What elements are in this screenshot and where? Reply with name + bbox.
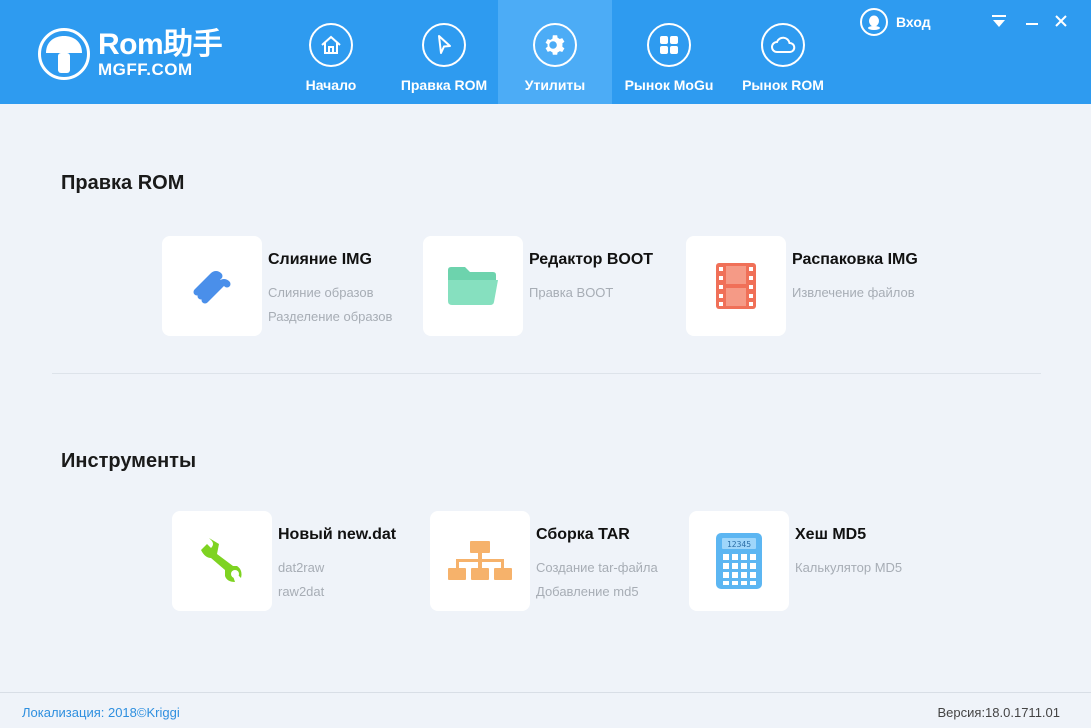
- cursor-icon: [422, 23, 466, 67]
- tool-card-img-merge[interactable]: Слияние IMG Слияние образов Разделение о…: [162, 236, 462, 336]
- card-feature[interactable]: Калькулятор MD5: [795, 560, 902, 575]
- tab-label: Правка ROM: [400, 77, 488, 93]
- folder-icon: [448, 267, 498, 305]
- minimize-icon: [1026, 23, 1038, 25]
- status-bar: Локализация: 2018©Kriggi Версия:18.0.171…: [0, 692, 1091, 728]
- card-feature[interactable]: Добавление md5: [536, 584, 639, 599]
- card-feature[interactable]: Разделение образов: [268, 309, 392, 324]
- wrench-icon: [201, 538, 242, 582]
- tool-card-img-unpack[interactable]: Распаковка IMG Извлечение файлов: [686, 236, 986, 336]
- card-title: Слияние IMG: [268, 251, 372, 268]
- card-title: Редактор BOOT: [529, 251, 654, 268]
- tab-label: Начало: [305, 77, 357, 93]
- calculator-display: 12345: [727, 540, 751, 549]
- hierarchy-icon: [448, 541, 512, 580]
- section-divider: [52, 373, 1041, 374]
- tab-utilities[interactable]: Утилиты: [498, 0, 612, 104]
- card-title: Сборка TAR: [536, 526, 630, 543]
- version-label: Версия:18.0.1711.01: [937, 705, 1060, 720]
- tab-mogu-market[interactable]: Рынок MoGu: [612, 0, 726, 104]
- card-feature[interactable]: dat2raw: [278, 560, 324, 575]
- calculator-icon: 12345: [716, 533, 762, 589]
- menu-down-icon: [992, 15, 1006, 27]
- login-button[interactable]: Вход: [860, 8, 931, 36]
- card-title: Распаковка IMG: [792, 251, 918, 268]
- tool-card-boot-editor[interactable]: Редактор BOOT Правка BOOT: [423, 236, 723, 336]
- section-title-rom-edit: Правка ROM: [61, 172, 185, 194]
- logo-title: Rom助手: [98, 28, 223, 61]
- app-logo: Rom助手 MGFF.COM: [38, 28, 223, 80]
- card-title: Хеш MD5: [795, 526, 867, 543]
- link-icon: [193, 271, 231, 304]
- localization-credit[interactable]: Локализация: 2018©Kriggi: [22, 705, 180, 720]
- tab-home[interactable]: Начало: [274, 0, 388, 104]
- user-icon: [860, 8, 888, 36]
- tool-card-tar-build[interactable]: Сборка TAR Создание tar-файла Добавление…: [430, 511, 730, 611]
- close-icon: [1055, 15, 1067, 27]
- tab-label: Рынок ROM: [742, 77, 824, 93]
- home-icon: [309, 23, 353, 67]
- tab-rom-edit[interactable]: Правка ROM: [387, 0, 501, 104]
- tab-label: Утилиты: [524, 77, 586, 93]
- gear-icon: [533, 23, 577, 67]
- mushroom-logo-icon: [38, 28, 90, 80]
- card-feature[interactable]: raw2dat: [278, 584, 324, 599]
- section-title-tools: Инструменты: [61, 450, 197, 472]
- card-title: Новый new.dat: [278, 526, 397, 543]
- tool-card-new-dat[interactable]: Новый new.dat dat2raw raw2dat: [172, 511, 472, 611]
- close-button[interactable]: [1050, 10, 1072, 32]
- grid-icon: [647, 23, 691, 67]
- top-bar: Rom助手 MGFF.COM Начало Правка ROM Утилиты…: [0, 0, 1091, 104]
- cloud-icon: [761, 23, 805, 67]
- tool-card-md5-hash[interactable]: 12345 Хеш MD5 Калькулятор MD5: [689, 511, 989, 611]
- card-feature[interactable]: Создание tar-файла: [536, 560, 658, 575]
- film-icon: [716, 263, 756, 309]
- card-feature[interactable]: Извлечение файлов: [792, 285, 915, 300]
- tab-label: Рынок MoGu: [624, 77, 714, 93]
- dropdown-menu-button[interactable]: [988, 10, 1010, 32]
- login-label: Вход: [896, 14, 931, 30]
- tab-rom-market[interactable]: Рынок ROM: [726, 0, 840, 104]
- card-feature[interactable]: Правка BOOT: [529, 285, 613, 300]
- card-feature[interactable]: Слияние образов: [268, 285, 374, 300]
- logo-subtitle: MGFF.COM: [98, 60, 193, 79]
- minimize-button[interactable]: [1021, 10, 1043, 32]
